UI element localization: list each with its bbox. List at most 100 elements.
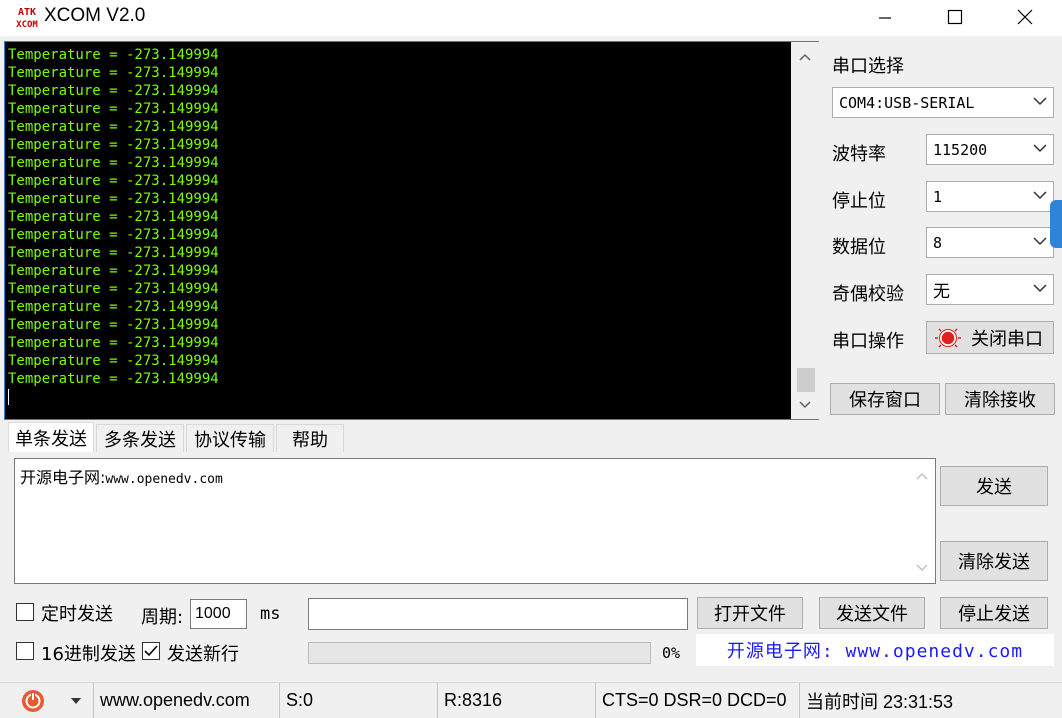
file-path-input[interactable]: [308, 598, 688, 630]
status-modem-lines: CTS=0 DSR=0 DCD=0: [596, 683, 800, 718]
terminal-line: Temperature = -273.149994: [8, 245, 219, 261]
hex-send-label: 16进制发送: [41, 644, 136, 665]
minimize-button[interactable]: [850, 0, 920, 34]
tab-multi-send[interactable]: 多条发送: [96, 424, 184, 452]
parity-select[interactable]: 无: [926, 274, 1054, 305]
terminal-line: Temperature = -273.149994: [8, 209, 219, 225]
terminal-line: Temperature = -273.149994: [8, 137, 219, 153]
send-button[interactable]: 发送: [940, 466, 1048, 506]
close-port-label: 关闭串口: [971, 328, 1043, 350]
stop-bits-label: 停止位: [832, 191, 886, 212]
port-select[interactable]: COM4:USB-SERIAL: [832, 87, 1054, 118]
stop-send-button[interactable]: 停止发送: [940, 597, 1048, 629]
scroll-up-button[interactable]: [791, 44, 819, 70]
chevron-down-icon: [916, 564, 928, 572]
send-file-button[interactable]: 发送文件: [819, 597, 925, 629]
clear-receive-button[interactable]: 清除接收: [945, 383, 1055, 415]
status-website[interactable]: www.openedv.com: [94, 683, 280, 718]
send-scroll-up[interactable]: [909, 463, 935, 489]
send-text-url: www.openedv.com: [105, 472, 223, 487]
chevron-down-icon: [1033, 144, 1047, 153]
send-text-prefix: 开源电子网:: [20, 468, 106, 487]
terminal-scrollbar[interactable]: [791, 42, 819, 419]
status-menu[interactable]: [0, 683, 94, 718]
terminal-line: Temperature = -273.149994: [8, 173, 219, 189]
timed-send-label: 定时发送: [41, 604, 113, 625]
receive-terminal[interactable]: Temperature = -273.149994 Temperature = -…: [4, 41, 819, 420]
chevron-down-icon: [799, 401, 811, 409]
data-bits-select[interactable]: 8: [926, 227, 1054, 258]
window-title: XCOM V2.0: [44, 5, 146, 26]
chevron-up-icon: [916, 472, 928, 480]
send-scroll-down[interactable]: [909, 555, 935, 581]
timed-send-checkbox[interactable]: [16, 603, 34, 621]
side-expand-handle[interactable]: [1050, 200, 1062, 248]
tab-help[interactable]: 帮助: [276, 424, 344, 452]
terminal-line: Temperature = -273.149994: [8, 281, 219, 297]
terminal-line: Temperature = -273.149994: [8, 371, 219, 387]
parity-value: 无: [933, 282, 950, 302]
send-newline-label: 发送新行: [167, 644, 239, 665]
terminal-line: Temperature = -273.149994: [8, 101, 219, 117]
chevron-down-icon: [1033, 284, 1047, 293]
atk-logo-icon: ATK XCOM: [16, 7, 38, 30]
send-text: 开源电子网:www.openedv.com: [20, 464, 223, 488]
status-bar: www.openedv.com S:0 R:8316 CTS=0 DSR=0 D…: [0, 682, 1062, 718]
terminal-line: Temperature = -273.149994: [8, 317, 219, 333]
text-cursor: [8, 389, 9, 405]
checkmark-icon: [144, 645, 158, 657]
close-button[interactable]: [990, 0, 1060, 34]
maximize-icon: [947, 9, 963, 25]
title-bar: ATK XCOM XCOM V2.0: [0, 0, 1062, 36]
close-port-button[interactable]: 关闭串口: [926, 321, 1054, 354]
data-bits-label: 数据位: [832, 237, 886, 258]
period-label: 周期:: [141, 607, 184, 628]
port-status-icon: [935, 327, 961, 348]
open-file-button[interactable]: 打开文件: [697, 597, 803, 629]
parity-label: 奇偶校验: [832, 284, 904, 305]
close-icon: [1017, 9, 1033, 25]
data-bits-value: 8: [933, 233, 943, 252]
status-sent-count: S:0: [280, 683, 438, 718]
terminal-line: Temperature = -273.149994: [8, 353, 219, 369]
terminal-line: Temperature = -273.149994: [8, 119, 219, 135]
terminal-line: Temperature = -273.149994: [8, 83, 219, 99]
terminal-line: Temperature = -273.149994: [8, 47, 219, 63]
terminal-line: Temperature = -273.149994: [8, 155, 219, 171]
status-current-time: 当前时间 23:31:53: [806, 691, 954, 712]
hex-send-checkbox[interactable]: [16, 642, 34, 660]
maximize-button[interactable]: [920, 0, 990, 34]
chevron-down-icon: [1033, 97, 1047, 106]
chevron-down-icon: [1033, 237, 1047, 246]
tab-single-send[interactable]: 单条发送: [8, 422, 94, 452]
tab-protocol[interactable]: 协议传输: [186, 424, 274, 452]
port-select-value: COM4:USB-SERIAL: [839, 93, 975, 112]
period-input[interactable]: 1000: [190, 599, 247, 629]
scroll-thumb[interactable]: [797, 368, 815, 392]
scroll-down-button[interactable]: [791, 392, 819, 418]
terminal-line: Temperature = -273.149994: [8, 227, 219, 243]
send-scrollbar[interactable]: [909, 459, 935, 583]
svg-text:ATK: ATK: [18, 7, 36, 18]
baud-rate-value: 115200: [933, 140, 988, 159]
baud-rate-select[interactable]: 115200: [926, 134, 1054, 165]
send-newline-checkbox[interactable]: [142, 642, 160, 660]
send-input[interactable]: 开源电子网:www.openedv.com: [14, 458, 936, 584]
clear-send-button[interactable]: 清除发送: [940, 541, 1048, 581]
progress-percent: 0%: [662, 644, 681, 662]
terminal-line: Temperature = -273.149994: [8, 191, 219, 207]
dropdown-arrow-icon: [71, 697, 81, 704]
baud-rate-label: 波特率: [832, 144, 886, 165]
port-select-label: 串口选择: [832, 56, 904, 77]
period-unit: ms: [260, 604, 281, 624]
send-progress-bar: [308, 642, 651, 664]
stop-bits-value: 1: [933, 187, 943, 206]
minimize-icon: [879, 17, 891, 19]
terminal-line: Temperature = -273.149994: [8, 299, 219, 315]
status-received-count: R:8316: [438, 683, 596, 718]
stop-bits-select[interactable]: 1: [926, 181, 1054, 212]
port-operation-label: 串口操作: [832, 331, 904, 352]
website-banner[interactable]: 开源电子网: www.openedv.com: [696, 634, 1054, 666]
save-window-button[interactable]: 保存窗口: [830, 383, 940, 415]
svg-text:XCOM: XCOM: [16, 20, 38, 30]
